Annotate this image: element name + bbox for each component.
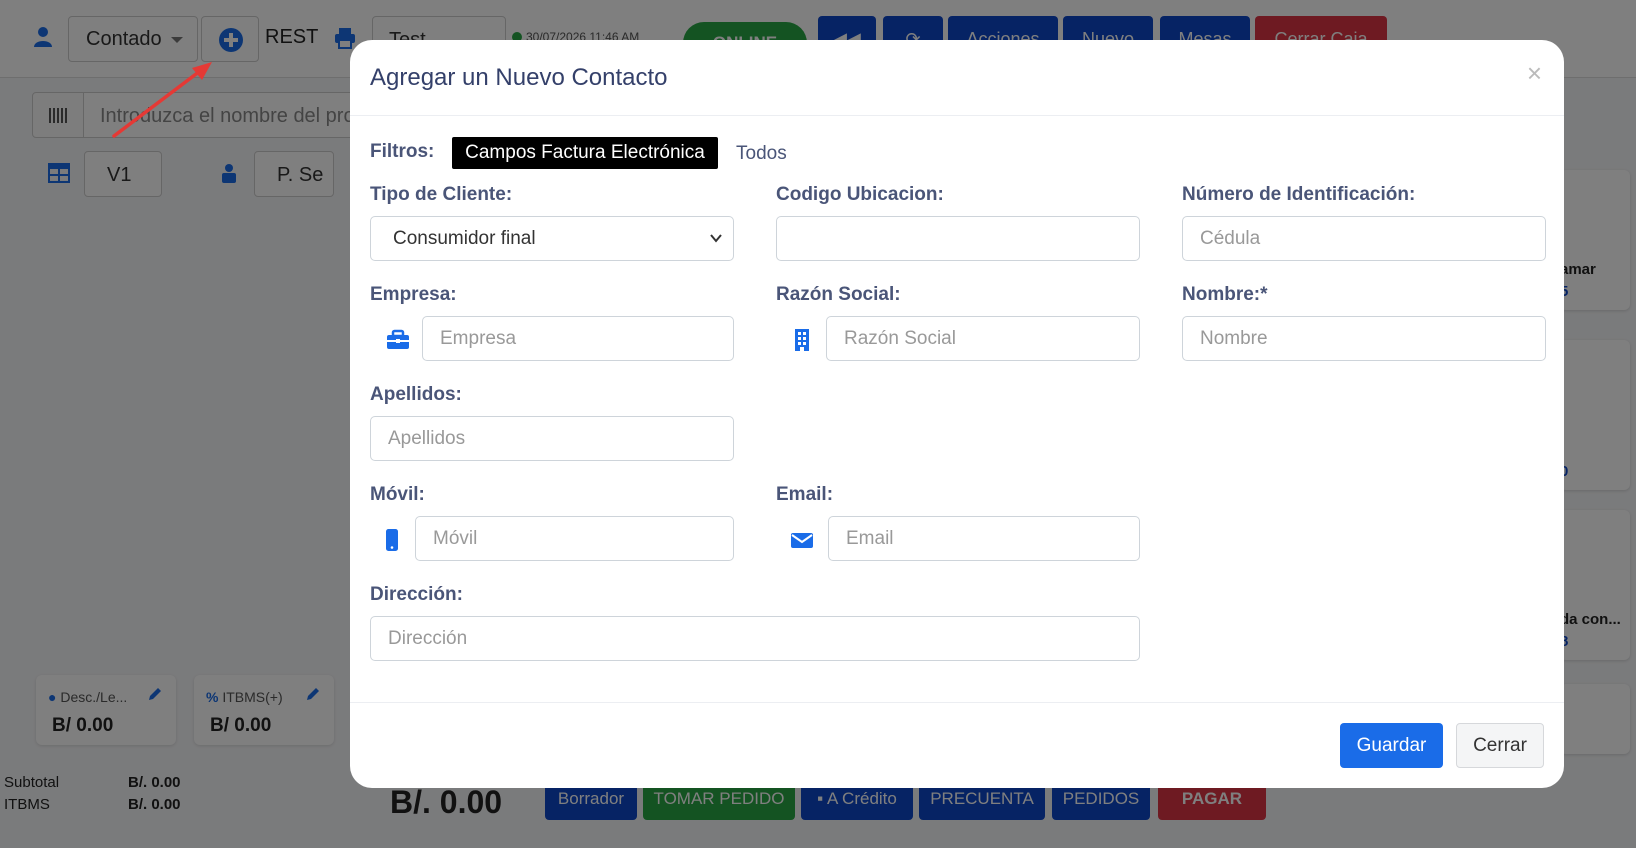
filters-label: Filtros: (370, 141, 435, 162)
mobile-phone-icon (386, 529, 398, 551)
razon-social-input[interactable]: Razón Social (826, 316, 1140, 361)
apellidos-label: Apellidos: (370, 384, 462, 405)
nombre-label: Nombre:* (1182, 284, 1268, 305)
cancel-button[interactable]: Cerrar (1456, 723, 1544, 768)
direccion-input[interactable]: Dirección (370, 616, 1140, 661)
building-icon (795, 329, 809, 351)
codigo-ubicacion-input[interactable] (776, 216, 1140, 261)
numero-identificacion-label: Número de Identificación: (1182, 184, 1416, 205)
modal-title: Agregar un Nuevo Contacto (370, 64, 668, 91)
email-input[interactable]: Email (828, 516, 1140, 561)
apellidos-input[interactable]: Apellidos (370, 416, 734, 461)
codigo-ubicacion-label: Codigo Ubicacion: (776, 184, 944, 205)
razon-social-label: Razón Social: (776, 284, 901, 305)
chevron-down-icon (710, 234, 722, 243)
movil-label: Móvil: (370, 484, 425, 505)
empresa-input[interactable]: Empresa (422, 316, 734, 361)
tipo-cliente-label: Tipo de Cliente: (370, 184, 513, 205)
briefcase-icon (387, 329, 409, 349)
empresa-label: Empresa: (370, 284, 457, 305)
save-button[interactable]: Guardar (1340, 723, 1443, 768)
divider (350, 115, 1564, 116)
filter-factura-electronica[interactable]: Campos Factura Electrónica (452, 137, 718, 169)
tipo-cliente-value: Consumidor final (393, 228, 536, 249)
direccion-label: Dirección: (370, 584, 463, 605)
numero-identificacion-input[interactable]: Cédula (1182, 216, 1546, 261)
email-label: Email: (776, 484, 834, 505)
movil-input[interactable]: Móvil (415, 516, 734, 561)
tipo-cliente-select[interactable]: Consumidor final (370, 216, 734, 261)
divider (350, 702, 1564, 703)
filter-todos[interactable]: Todos (736, 143, 787, 165)
new-contact-modal: Agregar un Nuevo Contacto × Filtros: Cam… (350, 40, 1564, 788)
envelope-icon (791, 533, 813, 548)
close-icon[interactable]: × (1527, 58, 1542, 88)
nombre-input[interactable]: Nombre (1182, 316, 1546, 361)
annotation-arrow-icon (112, 62, 212, 138)
